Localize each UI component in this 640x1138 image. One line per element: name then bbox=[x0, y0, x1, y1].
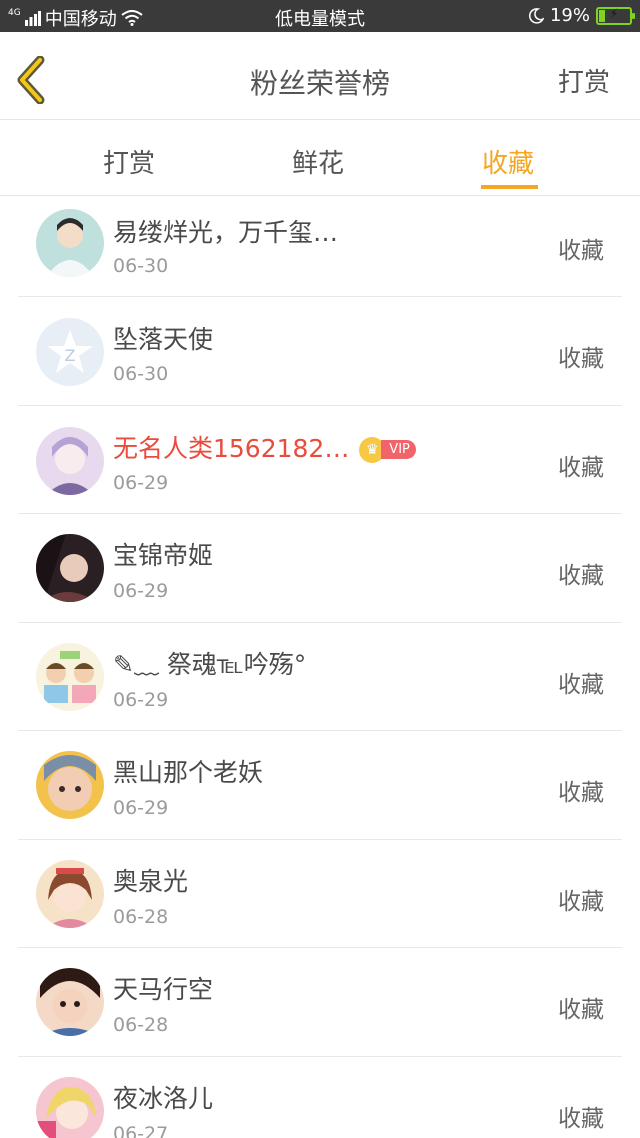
battery-percent: 19% bbox=[549, 5, 590, 26]
fan-date: 06-27 bbox=[113, 1122, 169, 1138]
battery-icon: ⚡ bbox=[596, 6, 635, 25]
fan-date: 06-29 bbox=[113, 471, 169, 494]
avatar bbox=[36, 968, 104, 1036]
moon-icon bbox=[528, 7, 544, 24]
avatar bbox=[36, 426, 104, 495]
tip-button[interactable]: 打赏 bbox=[558, 62, 610, 99]
avatar bbox=[36, 209, 104, 277]
avatar: Z bbox=[36, 318, 104, 386]
tab-flowers[interactable]: 鲜花 bbox=[292, 143, 344, 180]
vip-badge: ♛ VIP bbox=[359, 436, 416, 463]
avatar bbox=[36, 859, 104, 928]
favorite-label: 收藏 bbox=[558, 888, 604, 915]
fan-date: 06-29 bbox=[113, 580, 169, 602]
fan-name-text: 无名人类1562182… bbox=[113, 433, 350, 463]
fan-date: 06-29 bbox=[113, 797, 169, 819]
fan-name: 奥泉光 bbox=[113, 866, 189, 896]
fan-name: 天马行空 bbox=[113, 975, 214, 1004]
list-item[interactable]: 奥泉光 06-28 收藏 bbox=[0, 840, 640, 948]
fan-name: 无名人类1562182… ♛ VIP bbox=[113, 429, 416, 465]
list-item[interactable]: 易缕烊光，万千玺… 06-30 收藏 bbox=[0, 197, 640, 297]
fan-date: 06-30 bbox=[113, 363, 169, 385]
tab-bar: 打赏 鲜花 收藏 bbox=[0, 121, 640, 196]
vip-label: VIP bbox=[381, 440, 416, 459]
avatar bbox=[36, 534, 104, 602]
avatar bbox=[36, 1076, 104, 1138]
fan-name: ✎﹏ 祭魂℡吟殇° bbox=[113, 649, 307, 679]
fan-name: 夜冰洛儿 bbox=[113, 1083, 214, 1113]
fan-name: 坠落天使 bbox=[113, 325, 214, 354]
avatar bbox=[36, 642, 104, 711]
fan-name: 黑山那个老妖 bbox=[113, 758, 264, 787]
list-item[interactable]: 天马行空 06-28 收藏 bbox=[0, 948, 640, 1057]
nav-bar: 粉丝荣誉榜 打赏 bbox=[0, 32, 640, 120]
fan-list: 易缕烊光，万千玺… 06-30 收藏 Z 坠落天使 06-30 收藏 无名人类1… bbox=[0, 197, 640, 1138]
favorite-label: 收藏 bbox=[558, 238, 604, 264]
list-item[interactable]: 夜冰洛儿 06-27 收藏 bbox=[0, 1057, 640, 1138]
favorite-label: 收藏 bbox=[558, 997, 604, 1023]
list-item[interactable]: 宝锦帝姬 06-29 收藏 bbox=[0, 514, 640, 623]
favorite-label: 收藏 bbox=[558, 671, 604, 698]
list-item[interactable]: ✎﹏ 祭魂℡吟殇° 06-29 收藏 bbox=[0, 623, 640, 731]
active-tab-indicator bbox=[481, 185, 538, 189]
tab-favorites[interactable]: 收藏 bbox=[482, 143, 534, 180]
fan-date: 06-28 bbox=[113, 905, 169, 928]
fan-date: 06-28 bbox=[113, 1014, 169, 1036]
favorite-label: 收藏 bbox=[558, 1105, 604, 1132]
status-bar: 4G 中国移动 低电量模式 19% ⚡ bbox=[0, 0, 640, 32]
list-item[interactable]: 黑山那个老妖 06-29 收藏 bbox=[0, 731, 640, 840]
fan-name: 易缕烊光，万千玺… bbox=[113, 218, 339, 247]
fan-date: 06-29 bbox=[113, 688, 169, 711]
chevron-left-icon bbox=[17, 55, 45, 105]
avatar bbox=[36, 751, 104, 819]
fan-name: 宝锦帝姬 bbox=[113, 541, 214, 570]
page-title: 粉丝荣誉榜 bbox=[249, 67, 390, 100]
status-right: 19% ⚡ bbox=[528, 5, 635, 26]
list-item[interactable]: Z 坠落天使 06-30 收藏 bbox=[0, 297, 640, 406]
favorite-label: 收藏 bbox=[558, 563, 604, 589]
charging-bolt-icon: ⚡ bbox=[609, 6, 619, 22]
favorite-label: 收藏 bbox=[558, 780, 604, 806]
back-button[interactable] bbox=[14, 55, 54, 105]
svg-text:Z: Z bbox=[65, 346, 76, 365]
favorite-label: 收藏 bbox=[558, 346, 604, 372]
list-item[interactable]: 无名人类1562182… ♛ VIP 06-29 收藏 bbox=[0, 406, 640, 514]
tab-tip[interactable]: 打赏 bbox=[103, 143, 155, 180]
fan-date: 06-30 bbox=[113, 255, 169, 277]
favorite-label: 收藏 bbox=[558, 454, 604, 481]
